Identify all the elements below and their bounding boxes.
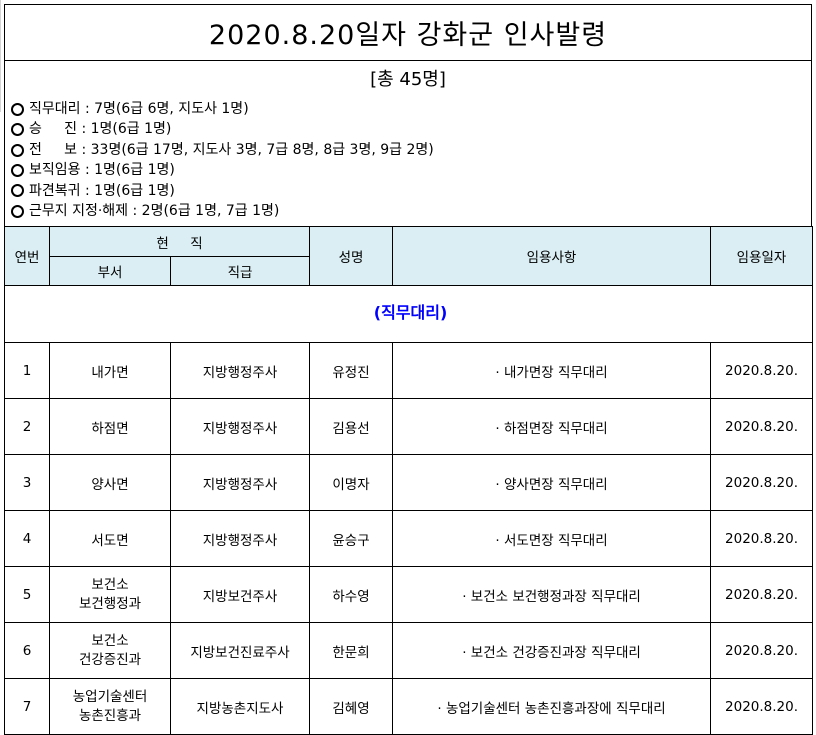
cell-task: · 양사면장 직무대리 xyxy=(392,454,712,511)
table-row: 5 보건소 보건행정과 지방보건주사 하수영 · 보건소 보건행정과장 직무대리 … xyxy=(4,566,814,623)
cell-task: · 하점면장 직무대리 xyxy=(392,398,712,455)
summary-item: 직무대리 : 7명(6급 6명, 지도사 1명) xyxy=(11,99,811,119)
cell-date: 2020.8.20. xyxy=(710,622,814,679)
circle-bullet-icon xyxy=(11,123,24,137)
table-row: 3 양사면 지방행정주사 이명자 · 양사면장 직무대리 2020.8.20. xyxy=(4,454,814,511)
header-name: 성명 xyxy=(309,226,394,286)
cell-name: 김혜영 xyxy=(309,678,394,735)
summary-item: 근무지 지정·해제 : 2명(6급 1명, 7급 1명) xyxy=(11,201,811,221)
circle-bullet-icon xyxy=(11,184,24,198)
cell-rank: 지방행정주사 xyxy=(169,454,311,511)
cell-no: 4 xyxy=(4,510,50,567)
cell-name: 이명자 xyxy=(309,454,394,511)
circle-bullet-icon xyxy=(11,102,24,116)
cell-rank: 지방행정주사 xyxy=(169,342,311,399)
total-count: [총 45명] xyxy=(4,60,812,94)
cell-date: 2020.8.20. xyxy=(710,510,814,567)
summary-item: 전 보 : 33명(6급 17명, 지도사 3명, 7급 8명, 8급 3명, … xyxy=(11,140,811,160)
cell-no: 3 xyxy=(4,454,50,511)
cell-date: 2020.8.20. xyxy=(710,566,814,623)
cell-no: 7 xyxy=(4,678,50,735)
cell-task: · 농업기술센터 농촌진흥과장에 직무대리 xyxy=(392,678,712,735)
summary-list: 직무대리 : 7명(6급 6명, 지도사 1명) 승 진 : 1명(6급 1명)… xyxy=(4,94,812,226)
cell-name: 하수영 xyxy=(309,566,394,623)
cell-date: 2020.8.20. xyxy=(710,678,814,735)
cell-no: 5 xyxy=(4,566,50,623)
cell-task: · 보건소 건강증진과장 직무대리 xyxy=(392,622,712,679)
cell-dept: 양사면 xyxy=(49,454,171,511)
header-current: 현 직 xyxy=(48,226,311,257)
cell-dept: 내가면 xyxy=(49,342,171,399)
header-date: 임용일자 xyxy=(710,226,814,286)
cell-task: · 내가면장 직무대리 xyxy=(392,342,712,399)
cell-name: 한문희 xyxy=(309,622,394,679)
grid-line xyxy=(0,0,1,112)
table-row: 2 하점면 지방행정주사 김용선 · 하점면장 직무대리 2020.8.20. xyxy=(4,398,814,455)
cell-name: 김용선 xyxy=(309,398,394,455)
cell-dept: 서도면 xyxy=(49,510,171,567)
circle-bullet-icon xyxy=(11,204,24,218)
page-title: 2020.8.20일자 강화군 인사발령 xyxy=(4,4,812,60)
cell-task: · 서도면장 직무대리 xyxy=(392,510,712,567)
circle-bullet-icon xyxy=(11,163,24,177)
cell-dept: 하점면 xyxy=(49,398,171,455)
summary-item: 파견복귀 : 1명(6급 1명) xyxy=(11,181,811,201)
header-task: 임용사항 xyxy=(392,226,712,286)
cell-dept: 농업기술센터 농촌진흥과 xyxy=(49,678,171,735)
header-dept: 부서 xyxy=(49,256,171,286)
cell-dept: 보건소 보건행정과 xyxy=(49,566,171,623)
summary-item: 승 진 : 1명(6급 1명) xyxy=(11,119,811,139)
table-row: 1 내가면 지방행정주사 유정진 · 내가면장 직무대리 2020.8.20. xyxy=(4,342,814,399)
cell-date: 2020.8.20. xyxy=(710,454,814,511)
section-label: (직무대리) xyxy=(373,302,448,322)
table-row: 4 서도면 지방행정주사 윤승구 · 서도면장 직무대리 2020.8.20. xyxy=(4,510,814,567)
cell-name: 유정진 xyxy=(309,342,394,399)
cell-rank: 지방행정주사 xyxy=(169,398,311,455)
cell-rank: 지방보건주사 xyxy=(169,566,311,623)
header-rank: 직급 xyxy=(169,256,311,286)
table-row: 7 농업기술센터 농촌진흥과 지방농촌지도사 김혜영 · 농업기술센터 농촌진흥과… xyxy=(4,678,814,735)
cell-dept: 보건소 건강증진과 xyxy=(49,622,171,679)
circle-bullet-icon xyxy=(11,143,24,157)
section-header: (직무대리) xyxy=(3,285,814,343)
cell-no: 2 xyxy=(4,398,50,455)
cell-date: 2020.8.20. xyxy=(710,398,814,455)
cell-name: 윤승구 xyxy=(309,510,394,567)
cell-rank: 지방보건진료주사 xyxy=(169,622,311,679)
cell-date: 2020.8.20. xyxy=(710,342,814,399)
appointment-table: 연번 현 직 성명 임용사항 임용일자 부서 직급 (직무대리) 1 내가면 지… xyxy=(3,226,814,735)
cell-no: 1 xyxy=(4,342,50,399)
cell-rank: 지방행정주사 xyxy=(169,510,311,567)
header-no: 연번 xyxy=(4,226,50,286)
table-row: 6 보건소 건강증진과 지방보건진료주사 한문희 · 보건소 건강증진과장 직무대… xyxy=(4,622,814,679)
cell-task: · 보건소 보건행정과장 직무대리 xyxy=(392,566,712,623)
cell-rank: 지방농촌지도사 xyxy=(169,678,311,735)
summary-item: 보직임용 : 1명(6급 1명) xyxy=(11,160,811,180)
cell-no: 6 xyxy=(4,622,50,679)
